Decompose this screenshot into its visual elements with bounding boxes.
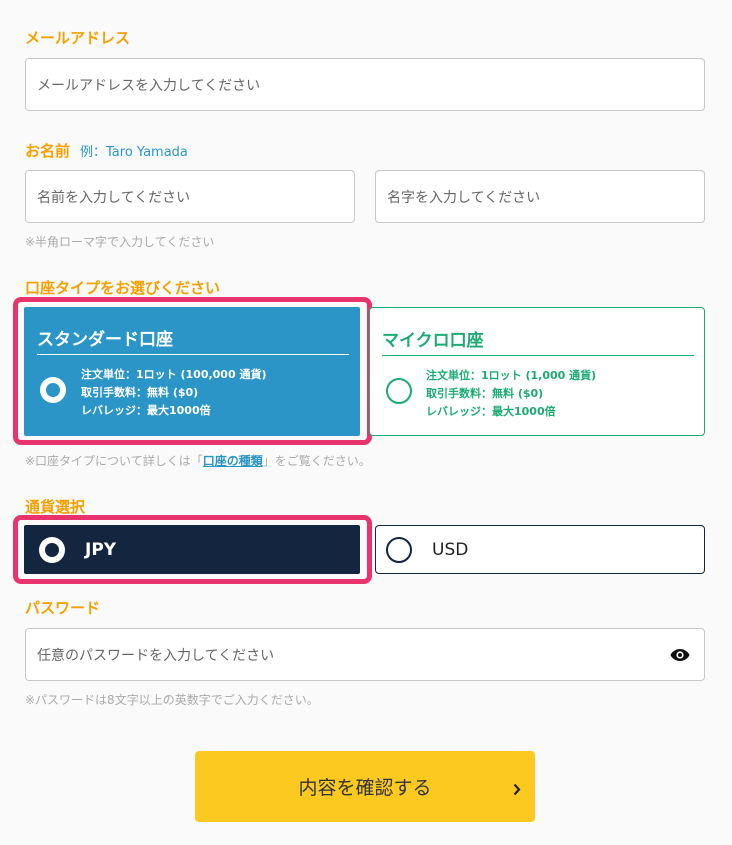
name-note: ※半角ローマ字で入力してください (25, 235, 215, 249)
name-label-row: お名前 例：Taro Yamada (25, 140, 188, 161)
standard-details: 注文単位：1ロット (100,000 通貨) 取引手数料：無料 ($0) レバレ… (81, 366, 266, 420)
email-input[interactable]: メールアドレスを入力してください (25, 58, 705, 111)
name-example: 例：Taro Yamada (80, 145, 188, 160)
account-type-note: ※口座タイプについて詳しくは「口座の種類」をご覧ください。 (25, 452, 371, 469)
standard-detail-line: レバレッジ：最大1000倍 (81, 404, 211, 417)
name-label: お名前 (25, 142, 71, 160)
confirm-button[interactable]: 内容を確認する (195, 751, 535, 822)
micro-divider (382, 355, 694, 356)
account-type-label: 口座タイプをお選びください (25, 279, 221, 297)
micro-detail-line: レバレッジ：最大1000倍 (426, 405, 556, 418)
currency-option-jpy[interactable]: JPY (24, 525, 360, 574)
currency-option-usd[interactable]: USD (375, 525, 705, 574)
micro-title: マイクロ口座 (382, 331, 484, 351)
account-types-link[interactable]: 口座の種類 (203, 454, 263, 468)
standard-title: スタンダード口座 (37, 330, 173, 350)
confirm-label: 内容を確認する (298, 777, 432, 799)
first-name-input[interactable]: 名前を入力してください (25, 170, 355, 223)
password-placeholder: 任意のパスワードを入力してください (37, 647, 275, 664)
currency-label: 通貨選択 (25, 498, 86, 516)
note-prefix: ※口座タイプについて詳しくは「 (25, 454, 203, 468)
micro-account-option[interactable]: マイクロ口座 注文単位：1ロット (1,000 通貨) 取引手数料：無料 ($0… (369, 307, 705, 436)
micro-radio[interactable] (386, 378, 412, 404)
jpy-radio[interactable] (39, 536, 65, 563)
standard-account-option[interactable]: スタンダード口座 注文単位：1ロット (100,000 通貨) 取引手数料：無料… (24, 307, 360, 436)
jpy-label: JPY (85, 539, 117, 560)
usd-radio[interactable] (386, 536, 412, 563)
standard-detail-line: 取引手数料：無料 ($0) (81, 386, 199, 399)
standard-detail-line: 注文単位：1ロット (100,000 通貨) (81, 368, 267, 381)
standard-divider (37, 354, 349, 355)
email-label: メールアドレス (25, 29, 131, 47)
note-suffix: 」をご覧ください。 (262, 454, 371, 468)
eye-icon[interactable] (670, 648, 690, 662)
standard-radio[interactable] (40, 377, 66, 403)
last-name-input[interactable]: 名字を入力してください (375, 170, 705, 223)
micro-detail-line: 取引手数料：無料 ($0) (426, 387, 544, 400)
password-note: ※パスワードは8文字以上の英数字でご入力ください。 (25, 693, 319, 707)
chevron-right-icon (513, 779, 521, 801)
micro-details: 注文単位：1ロット (1,000 通貨) 取引手数料：無料 ($0) レバレッジ… (426, 367, 596, 421)
password-label: パスワード (25, 599, 101, 617)
micro-detail-line: 注文単位：1ロット (1,000 通貨) (426, 369, 597, 382)
password-input[interactable]: 任意のパスワードを入力してください (25, 628, 705, 681)
usd-label: USD (432, 539, 469, 560)
